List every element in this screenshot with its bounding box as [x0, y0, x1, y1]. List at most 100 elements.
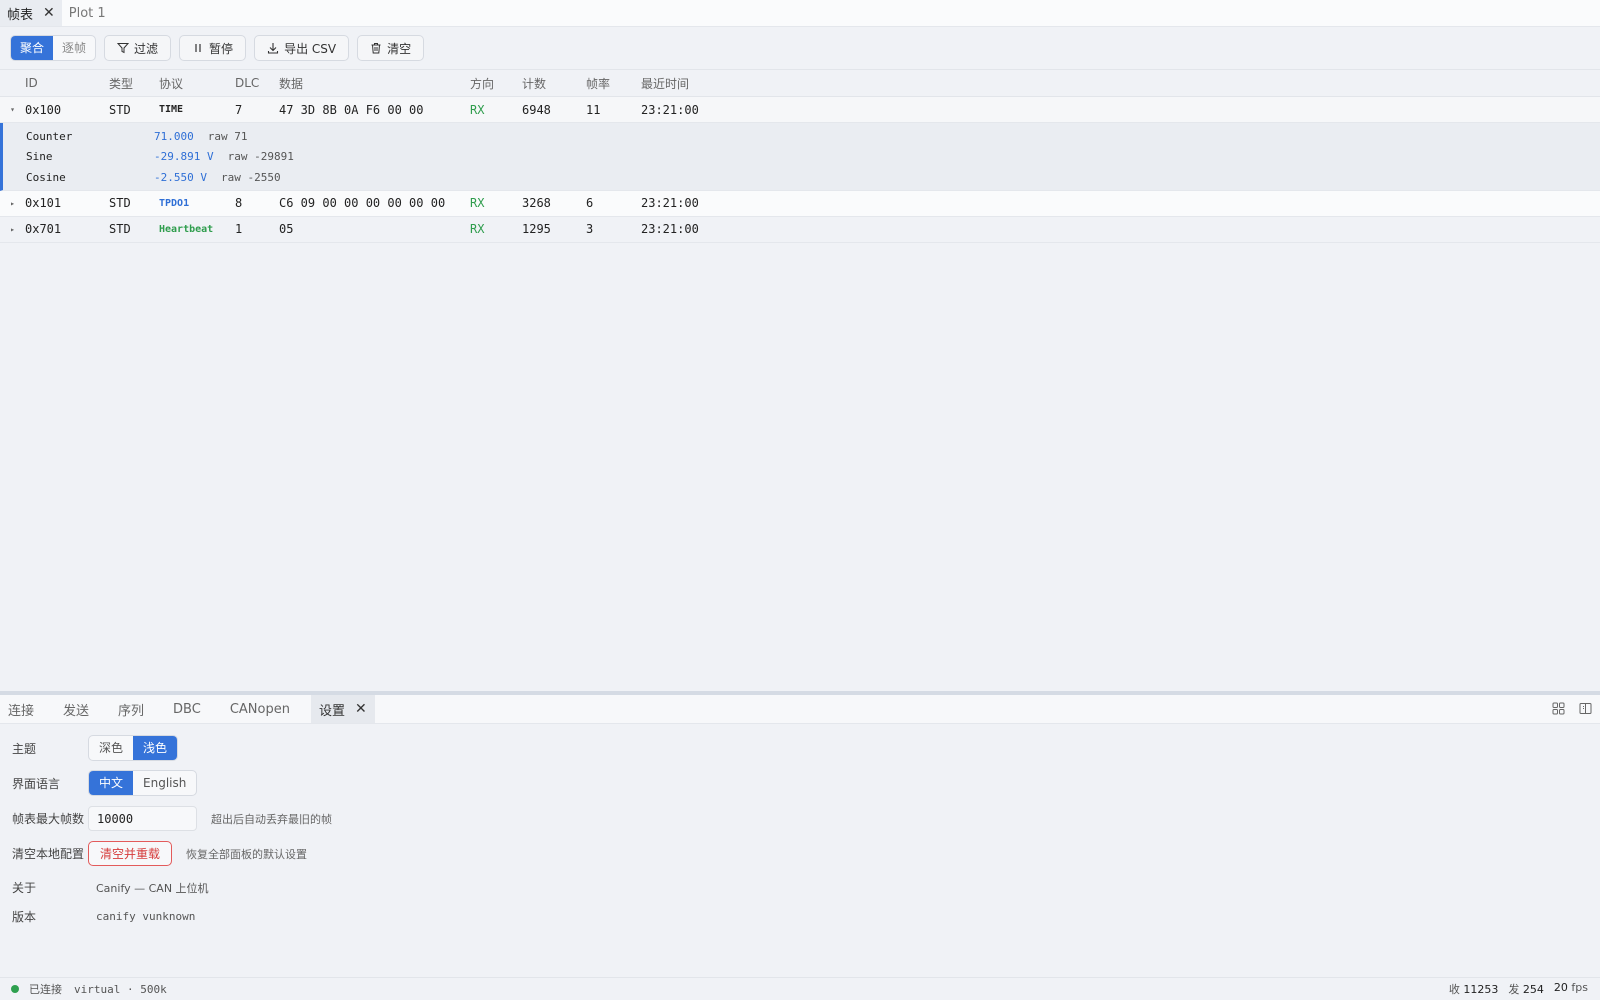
about-setting: 关于 Canify — CAN 上位机 — [12, 879, 1600, 896]
signal-value: -2.550 V — [154, 170, 207, 184]
fps-unit: fps — [1571, 981, 1588, 994]
theme-label: 主题 — [12, 741, 37, 756]
bottom-panel: 连接 发送 序列 DBC CANopen 设置 ✕ 主题 深色 浅色 界面语言 … — [0, 691, 1600, 977]
table-row[interactable]: ▸ 0x701 STD Heartbeat 1 05 RX 1295 3 23:… — [0, 217, 1600, 243]
frame-id: 0x101 — [25, 196, 62, 210]
signal-value: 71.000 — [154, 129, 194, 143]
header-last-time[interactable]: 最近时间 — [641, 75, 741, 92]
max-frames-hint: 超出后自动丢弃最旧的帧 — [211, 812, 332, 826]
max-frames-setting: 帧表最大帧数 10000 超出后自动丢弃最旧的帧 — [12, 806, 1600, 831]
grid-layout-icon[interactable] — [1552, 702, 1565, 715]
signal-raw: raw -29891 — [227, 150, 294, 164]
header-dlc[interactable]: DLC — [235, 76, 279, 90]
clear-label: 清空 — [387, 41, 412, 56]
fps-stat: 20 fps — [1554, 981, 1588, 997]
lang-zh-button[interactable]: 中文 — [89, 771, 134, 795]
expanded-arrow-icon[interactable]: ▾ — [0, 105, 25, 114]
header-id[interactable]: ID — [25, 76, 109, 90]
frame-protocol: TPDO1 — [159, 197, 190, 209]
header-rate[interactable]: 帧率 — [586, 75, 641, 92]
frame-id: 0x701 — [25, 222, 62, 236]
table-header: ID 类型 协议 DLC 数据 方向 计数 帧率 最近时间 — [0, 70, 1600, 97]
aggregate-mode-button[interactable]: 聚合 — [11, 36, 54, 60]
theme-dark-button[interactable]: 深色 — [89, 736, 133, 760]
clear-reload-button[interactable]: 清空并重载 — [88, 841, 173, 866]
collapsed-arrow-icon[interactable]: ▸ — [0, 199, 25, 208]
filter-button[interactable]: 过滤 — [104, 35, 172, 61]
fps-value: 20 — [1553, 981, 1568, 994]
tab-label: 设置 — [318, 703, 345, 719]
signal-row: Counter 71.000 raw 71 — [3, 126, 1600, 147]
table-row[interactable]: ▾ 0x100 STD TIME 7 47 3D 8B 0A F6 00 00 … — [0, 97, 1600, 123]
rx-label: 收 — [1448, 983, 1460, 996]
signal-name: Counter — [26, 129, 73, 143]
frame-rate: 6 — [586, 196, 594, 210]
frame-data: 05 — [279, 222, 294, 236]
frame-count: 3268 — [522, 196, 551, 210]
header-direction[interactable]: 方向 — [470, 75, 522, 92]
clear-local-hint: 恢复全部面板的默认设置 — [186, 847, 308, 861]
signal-row: Sine -29.891 V raw -29891 — [3, 147, 1600, 168]
close-icon[interactable]: ✕ — [43, 5, 55, 21]
clear-local-setting: 清空本地配置 清空并重载 恢复全部面板的默认设置 — [12, 841, 1600, 866]
settings-panel: 主题 深色 浅色 界面语言 中文 English 帧表最大帧数 10000 超出… — [0, 735, 1600, 925]
frame-dlc: 1 — [235, 222, 243, 236]
table-row[interactable]: ▸ 0x101 STD TPDO1 8 C6 09 00 00 00 00 00… — [0, 190, 1600, 217]
device-info: virtual · 500k — [74, 982, 167, 996]
frame-last-time: 23:21:00 — [641, 222, 699, 236]
top-tab-bar: 帧表 ✕ Plot 1 — [0, 0, 1600, 27]
connection-status-text: 已连接 — [29, 983, 62, 996]
tab-connect[interactable]: 连接 — [0, 695, 42, 723]
tx-label: 发 — [1508, 983, 1520, 996]
clear-button[interactable]: 清空 — [357, 35, 425, 61]
view-mode-toggle: 聚合 逐帧 — [10, 35, 97, 61]
tab-plot-1[interactable]: Plot 1 — [62, 0, 113, 26]
version-label: 版本 — [12, 910, 37, 924]
export-csv-button[interactable]: 导出 CSV — [254, 35, 350, 61]
tab-canopen[interactable]: CANopen — [222, 695, 298, 723]
signal-raw: raw -2550 — [220, 170, 281, 184]
frame-dlc: 8 — [235, 196, 243, 210]
tab-sequence[interactable]: 序列 — [110, 695, 152, 723]
frame-direction: RX — [470, 222, 485, 236]
frame-type: STD — [109, 222, 131, 236]
language-label: 界面语言 — [12, 776, 61, 791]
frame-protocol: TIME — [159, 104, 184, 115]
frame-rate: 3 — [586, 222, 594, 236]
frame-direction: RX — [470, 102, 485, 117]
frame-type: STD — [109, 102, 131, 117]
download-icon — [268, 43, 279, 54]
lang-en-button[interactable]: English — [133, 771, 196, 795]
tab-frame-table[interactable]: 帧表 ✕ — [0, 0, 62, 26]
about-value: Canify — CAN 上位机 — [96, 881, 209, 895]
header-type[interactable]: 类型 — [109, 75, 159, 92]
language-setting: 界面语言 中文 English — [12, 770, 1600, 796]
trash-icon — [371, 43, 381, 54]
connection-status-icon — [11, 985, 19, 993]
signal-name: Cosine — [26, 170, 66, 184]
version-value: canify vunknown — [96, 910, 196, 923]
panel-actions — [1552, 702, 1592, 715]
frame-data: 47 3D 8B 0A F6 00 00 — [279, 102, 424, 117]
rx-count: 11253 — [1463, 983, 1499, 996]
pause-button[interactable]: 暂停 — [179, 35, 247, 61]
header-count[interactable]: 计数 — [522, 75, 586, 92]
split-layout-icon[interactable] — [1579, 702, 1592, 715]
theme-light-button[interactable]: 浅色 — [133, 736, 178, 760]
status-bar: 已连接 virtual · 500k 收 11253 发 254 20 fps — [0, 977, 1600, 1000]
tab-dbc[interactable]: DBC — [165, 695, 209, 723]
header-protocol[interactable]: 协议 — [159, 75, 235, 92]
per-frame-mode-button[interactable]: 逐帧 — [53, 36, 95, 60]
rx-stat: 收 11253 — [1449, 981, 1499, 997]
max-frames-input[interactable]: 10000 — [88, 806, 197, 831]
close-icon[interactable]: ✕ — [355, 701, 367, 717]
bottom-tab-bar: 连接 发送 序列 DBC CANopen 设置 ✕ — [0, 695, 1600, 724]
header-data[interactable]: 数据 — [279, 75, 470, 92]
tab-send[interactable]: 发送 — [55, 695, 97, 723]
signal-row: Cosine -2.550 V raw -2550 — [3, 167, 1600, 188]
collapsed-arrow-icon[interactable]: ▸ — [0, 225, 25, 234]
version-setting: 版本 canify vunknown — [12, 908, 1600, 925]
frame-direction: RX — [470, 196, 485, 210]
export-csv-label: 导出 CSV — [284, 41, 337, 56]
tab-settings[interactable]: 设置 ✕ — [310, 695, 375, 723]
